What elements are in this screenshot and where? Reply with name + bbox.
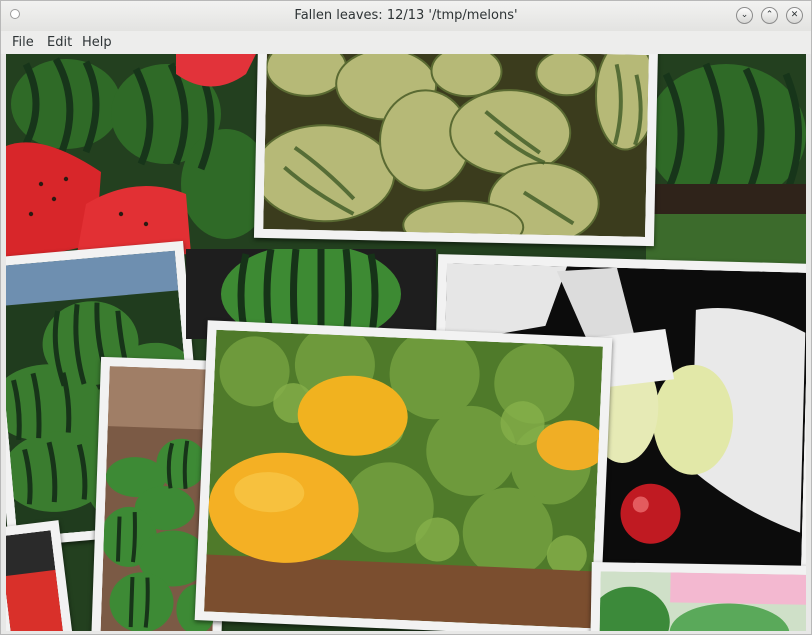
menu-edit[interactable]: Edit bbox=[47, 35, 72, 50]
chevron-down-icon: ⌄ bbox=[740, 10, 749, 20]
title-bar[interactable]: Fallen leaves: 12/13 '/tmp/melons' ⌄ ⌃ ✕ bbox=[1, 1, 811, 31]
close-button[interactable]: ✕ bbox=[786, 7, 803, 24]
minimize-button[interactable]: ⌄ bbox=[736, 7, 753, 24]
photo-canary-melons[interactable] bbox=[194, 320, 613, 631]
photo-pale-melons[interactable] bbox=[253, 54, 659, 247]
window-title: Fallen leaves: 12/13 '/tmp/melons' bbox=[294, 8, 518, 23]
photo-pale-melons-image bbox=[263, 54, 649, 237]
menu-bar: File Edit Help bbox=[1, 31, 811, 54]
maximize-button[interactable]: ⌃ bbox=[761, 7, 778, 24]
menu-help[interactable]: Help bbox=[82, 35, 112, 50]
close-icon: ✕ bbox=[790, 10, 799, 20]
photo-collage[interactable] bbox=[6, 54, 806, 631]
photo-bottom-right[interactable] bbox=[590, 562, 806, 631]
menu-file[interactable]: File bbox=[12, 35, 34, 50]
photo-bottom-right-image bbox=[599, 571, 806, 631]
chevron-up-icon: ⌃ bbox=[765, 10, 774, 20]
photo-canary-melons-image bbox=[204, 329, 603, 629]
photo-bottom-left-image bbox=[6, 530, 64, 631]
app-window: Fallen leaves: 12/13 '/tmp/melons' ⌄ ⌃ ✕… bbox=[0, 0, 812, 635]
